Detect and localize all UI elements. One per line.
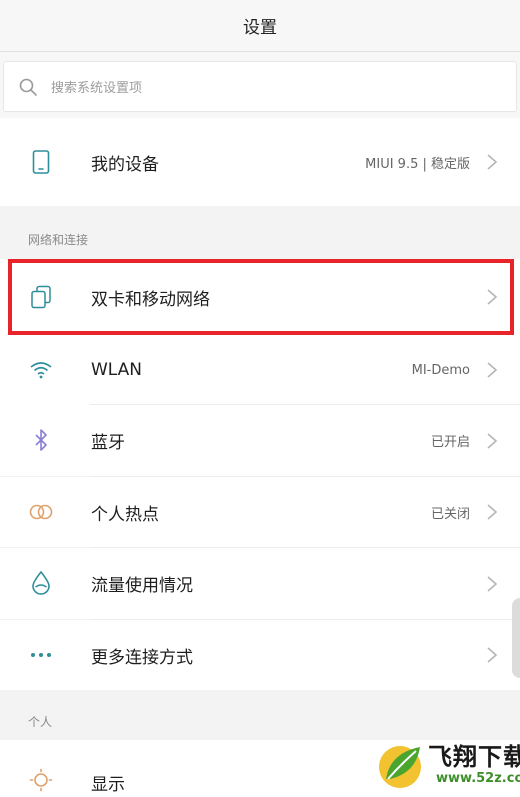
hotspot-value: 已关闭 [430,506,470,522]
data-usage-label: 流量使用情况 [91,576,193,596]
section-header-personal: 个人 [0,690,520,740]
search-input[interactable]: 搜索系统设置项 [3,61,517,112]
phone-icon [28,149,54,175]
section-personal-label: 个人 [28,715,53,729]
chevron-right-icon [487,504,498,520]
scroll-indicator[interactable] [512,598,520,678]
bluetooth-value: 已开启 [430,435,470,450]
search-icon [19,78,37,96]
section-header-network: 网络和连接 [0,206,520,259]
wifi-icon [28,357,54,383]
title-bar: 设置 [0,0,520,52]
chevron-right-icon [487,362,498,378]
bluetooth-icon [28,427,54,453]
chevron-right-icon [487,575,498,592]
my-device-label: 我的设备 [91,154,159,175]
chevron-right-icon [487,647,498,663]
search-area: 搜索系统设置项 [0,52,520,118]
wlan-label: WLAN [91,360,143,380]
display-label: 显示 [91,775,125,795]
settings-item-my-device[interactable]: 我的设备 MIUI 9.5 | 稳定版 [0,118,520,206]
chevron-right-icon [487,154,498,170]
settings-item-bluetooth[interactable]: 蓝牙 已开启 [0,405,520,476]
settings-item-data-usage[interactable]: 流量使用情况 [0,548,520,619]
search-placeholder: 搜索系统设置项 [51,81,143,96]
watermark-title: 飞翔下载 [428,743,520,771]
leaf-logo-icon [379,746,421,788]
settings-item-hotspot[interactable]: 个人热点 已关闭 [0,477,520,547]
more-connections-label: 更多连接方式 [91,647,193,668]
watermark-url: www.52z.com [436,771,520,786]
display-sun-icon [28,767,54,793]
settings-item-more-connections[interactable]: 更多连接方式 [0,620,520,690]
hotspot-label: 个人热点 [91,504,159,525]
wlan-value: MI-Demo [411,362,470,378]
my-device-value: MIUI 9.5 | 稳定版 [365,156,470,172]
more-dots-icon [28,642,54,668]
hotspot-icon [28,499,54,525]
settings-item-wlan[interactable]: WLAN MI-Demo [0,335,520,405]
section-network-label: 网络和连接 [28,233,89,247]
bluetooth-label: 蓝牙 [91,433,125,453]
chevron-right-icon [487,432,498,449]
data-usage-icon [28,570,54,596]
page-title: 设置 [243,18,277,38]
highlight-box [8,259,514,335]
watermark: 飞翔下载 www.52z.com [376,735,520,793]
